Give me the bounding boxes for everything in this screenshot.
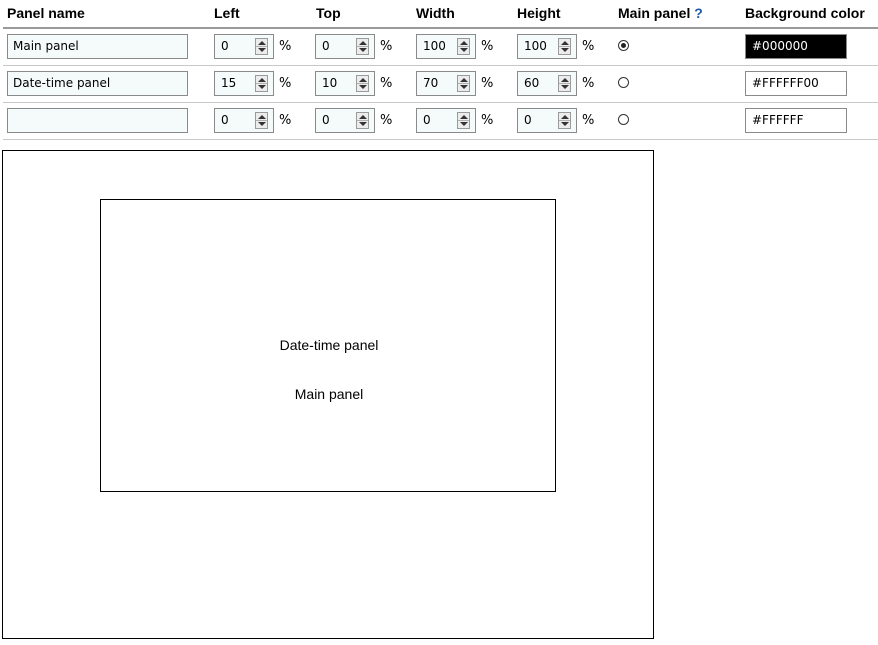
width-value: 70 [423,76,439,90]
unit-label: % [481,76,494,91]
width-value: 0 [423,113,431,127]
header-panel-name: Panel name [7,5,85,21]
spinner-icon[interactable] [558,112,571,129]
spinner-icon[interactable] [356,75,369,92]
unit-label: % [380,76,393,91]
width-stepper[interactable]: 100 [416,34,476,59]
width-stepper[interactable]: 70 [416,71,476,96]
width-value: 100 [423,39,446,53]
width-stepper[interactable]: 0 [416,108,476,133]
unit-label: % [279,76,292,91]
top-value: 10 [322,76,338,90]
main-panel-radio[interactable] [618,114,629,125]
spinner-icon[interactable] [255,112,268,129]
spinner-icon[interactable] [356,38,369,55]
layout-preview: Date-time panel Main panel [2,150,654,639]
left-stepper[interactable]: 15 [214,71,274,96]
top-stepper[interactable]: 0 [315,34,375,59]
header-top: Top [316,5,341,21]
top-value: 0 [322,39,330,53]
main-panel-radio[interactable] [618,77,629,88]
header-main-panel-label: Main panel [618,5,691,21]
row-divider [3,102,878,103]
height-value: 0 [524,113,532,127]
table-row: Main panel 0 % 0 % 100 % 100 % #000000 [0,34,878,64]
spinner-icon[interactable] [255,75,268,92]
left-stepper[interactable]: 0 [214,108,274,133]
unit-label: % [582,113,595,128]
header-main-panel: Main panel ? [618,5,703,23]
preview-label-main-panel: Main panel [294,386,364,402]
unit-label: % [279,39,292,54]
help-icon[interactable]: ? [694,5,703,21]
panel-name-input[interactable]: Date-time panel [7,71,188,96]
preview-label-date-time-panel: Date-time panel [279,337,379,353]
header-left: Left [214,5,240,21]
table-row: 0 % 0 % 0 % 0 % #FFFFFF [0,108,878,138]
left-value: 0 [221,113,229,127]
header-divider [3,27,878,29]
panel-name-input[interactable]: Main panel [7,34,188,59]
row-divider [3,65,878,66]
unit-label: % [380,39,393,54]
background-color-input[interactable]: #000000 [745,34,847,59]
height-stepper[interactable]: 60 [517,71,577,96]
spinner-icon[interactable] [457,75,470,92]
unit-label: % [279,113,292,128]
height-stepper[interactable]: 0 [517,108,577,133]
background-color-input[interactable]: #FFFFFF [745,108,847,133]
height-value: 60 [524,76,540,90]
height-stepper[interactable]: 100 [517,34,577,59]
spinner-icon[interactable] [457,38,470,55]
spinner-icon[interactable] [558,75,571,92]
top-value: 0 [322,113,330,127]
spinner-icon[interactable] [356,112,369,129]
spinner-icon[interactable] [558,38,571,55]
header-height: Height [517,5,561,21]
unit-label: % [481,113,494,128]
main-panel-radio[interactable] [618,40,629,51]
height-value: 100 [524,39,547,53]
left-value: 0 [221,39,229,53]
header-background-color: Background color [745,5,865,21]
unit-label: % [582,76,595,91]
row-divider [3,139,878,140]
background-color-input[interactable]: #FFFFFF00 [745,71,847,96]
header-width: Width [416,5,455,21]
unit-label: % [481,39,494,54]
unit-label: % [582,39,595,54]
panel-name-input[interactable] [7,108,188,133]
spinner-icon[interactable] [255,38,268,55]
left-value: 15 [221,76,237,90]
left-stepper[interactable]: 0 [214,34,274,59]
table-row: Date-time panel 15 % 10 % 70 % 60 % #FFF… [0,71,878,101]
top-stepper[interactable]: 0 [315,108,375,133]
unit-label: % [380,113,393,128]
top-stepper[interactable]: 10 [315,71,375,96]
spinner-icon[interactable] [457,112,470,129]
